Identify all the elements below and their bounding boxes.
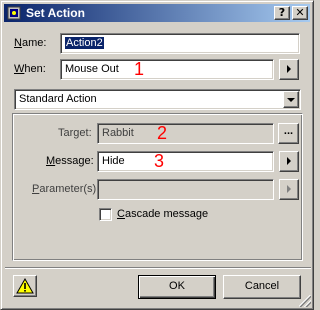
target-label: Target: (58, 127, 92, 139)
arrow-right-icon (287, 185, 291, 193)
cascade-checkbox[interactable] (99, 208, 112, 221)
ok-label: OK (169, 280, 185, 292)
message-value: Hide (102, 155, 125, 167)
action-type-dropdown-button[interactable] (283, 91, 299, 108)
annotation-1: 1 (134, 59, 145, 79)
when-value: Mouse Out (65, 63, 119, 75)
parameters-field (97, 179, 274, 200)
message-field[interactable]: Hide (97, 151, 274, 172)
parameters-label: Parameter(s): (32, 183, 100, 195)
when-label: When: (14, 63, 46, 75)
ellipsis-icon: ... (283, 125, 294, 137)
target-field: Rabbit (97, 123, 274, 144)
name-label: Name: (14, 37, 47, 49)
help-button[interactable]: ? (274, 6, 290, 20)
resize-grip[interactable] (299, 295, 311, 307)
message-menu-button[interactable] (279, 151, 299, 172)
action-type-select[interactable]: Standard Action (14, 89, 301, 110)
arrow-right-icon (287, 65, 291, 73)
warning-icon (16, 278, 34, 294)
name-value: Action2 (65, 37, 104, 49)
name-field[interactable]: Action2 (60, 33, 300, 54)
close-button[interactable]: ✕ (292, 6, 308, 20)
target-value: Rabbit (102, 127, 134, 139)
chevron-down-icon (287, 98, 295, 102)
footer-separator (5, 267, 311, 269)
window-title: Set Action (26, 6, 85, 20)
when-field[interactable]: Mouse Out (60, 59, 274, 80)
annotation-2: 2 (157, 123, 168, 143)
cancel-label: Cancel (244, 280, 280, 292)
annotation-3: 3 (154, 151, 165, 171)
ok-button[interactable]: OK (138, 275, 216, 299)
when-menu-button[interactable] (279, 59, 299, 80)
action-type-value: Standard Action (19, 93, 97, 105)
warning-button[interactable] (13, 275, 37, 297)
title-bar[interactable]: Set Action ? ✕ (4, 4, 310, 22)
cancel-button[interactable]: Cancel (223, 275, 301, 299)
help-icon: ? (278, 6, 286, 19)
app-icon (7, 6, 21, 20)
parameters-menu-button (279, 179, 299, 200)
message-label: Message: (46, 155, 94, 167)
target-browse-button[interactable]: ... (278, 123, 299, 144)
set-action-dialog: Set Action ? ✕ Name: Action2 When: Mouse… (0, 0, 314, 310)
arrow-right-icon (287, 157, 291, 165)
cascade-label[interactable]: Cascade message (117, 207, 208, 221)
close-icon: ✕ (295, 6, 305, 19)
